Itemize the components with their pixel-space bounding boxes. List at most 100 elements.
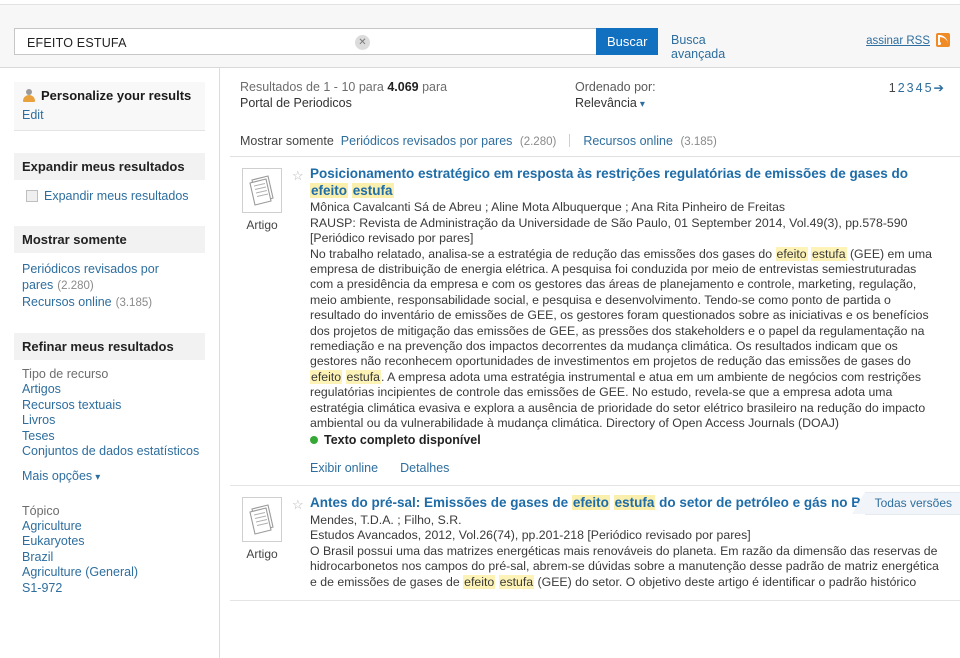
page-4[interactable]: 4 [916, 81, 925, 95]
refine-item-agriculture[interactable]: Agriculture [22, 519, 205, 535]
abstract-part-3: . A empresa adota uma estratégia instrum… [310, 369, 926, 430]
abstract-highlight: efeito [310, 369, 343, 384]
sidebar-online-resources-link[interactable]: Recursos online [22, 295, 112, 309]
result-source: RAUSP: Revista de Administração da Unive… [310, 215, 908, 246]
expand-results-label[interactable]: Expandir meus resultados [44, 188, 189, 204]
facet-expand-results: Expandir meus resultados Expandir meus r… [14, 153, 205, 204]
refine-item-livros[interactable]: Livros [22, 413, 205, 429]
pagination[interactable]: 12345➔ [889, 80, 946, 95]
facet-expand-header: Expandir meus resultados [14, 153, 205, 180]
divider [569, 134, 571, 147]
sort-value[interactable]: Relevância ▾ [575, 96, 656, 110]
results-column: Resultados de 1 - 10 para 4.069 para Por… [220, 68, 960, 658]
facet-show-only-header: Mostrar somente [14, 226, 205, 253]
refine-group-title: Tópico [22, 503, 60, 518]
result-abstract: O Brasil possui uma das matrizes energét… [310, 544, 942, 590]
advanced-search-link[interactable]: Busca avançada [671, 33, 725, 61]
search-input-container: ✕ [14, 28, 596, 56]
page-3[interactable]: 3 [907, 81, 916, 95]
facet-refine-results: Refinar meus resultados Tipo de recurso … [14, 333, 205, 596]
personalize-panel: Personalize your results Edit [14, 82, 205, 131]
abstract-part-2: (GEE) em uma empresa de distribuição de … [310, 246, 932, 369]
result-type-column: Artigo [232, 495, 292, 590]
chevron-down-icon: ▾ [95, 471, 101, 483]
abstract-highlight: estufa [811, 246, 847, 261]
search-input[interactable] [25, 29, 349, 56]
results-count-suffix: para [418, 80, 448, 94]
document-stack-glyph [249, 175, 274, 206]
sort-label: Ordenado por: [575, 80, 656, 94]
search-form: ✕ Buscar Busca avançada [14, 28, 725, 61]
refine-item-eukaryotes[interactable]: Eukaryotes [22, 534, 205, 550]
refine-item-artigos[interactable]: Artigos [22, 382, 205, 398]
result-type-column: Artigo [232, 166, 292, 475]
page-5[interactable]: 5 [925, 81, 934, 95]
refine-group-title: Tipo de recurso [22, 367, 109, 381]
personalize-edit-link[interactable]: Edit [22, 108, 197, 122]
expand-results-checkbox[interactable] [26, 190, 38, 202]
more-options-label: Mais opções [22, 468, 93, 483]
abstract-highlight: estufa [345, 369, 382, 384]
result-item: Todas versões Artigo ☆ Antes do pré-sal:… [230, 486, 960, 602]
page-content: Personalize your results Edit Expandir m… [0, 68, 960, 658]
results-count-value: 4.069 [387, 80, 419, 94]
results-header: Resultados de 1 - 10 para 4.069 para Por… [230, 68, 960, 126]
clear-search-icon[interactable]: ✕ [355, 35, 370, 50]
favorite-star-icon[interactable]: ☆ [292, 166, 310, 475]
document-stack-glyph [249, 504, 274, 536]
refine-item-recursos-textuais[interactable]: Recursos textuais [22, 398, 205, 414]
result-title-pre: Antes do pré-sal: Emissões de gases de [310, 495, 572, 511]
personalize-title: Personalize your results [22, 88, 197, 103]
show-only-peer-reviewed-link[interactable]: Periódicos revisados por pares [341, 134, 513, 148]
chevron-down-icon: ▾ [639, 99, 645, 110]
show-only-label: Mostrar somente [240, 134, 334, 148]
show-only-online-count: (3.185) [680, 136, 717, 148]
fulltext-availability: Texto completo disponível [310, 433, 942, 447]
show-only-online-link[interactable]: Recursos online [583, 134, 673, 148]
result-authors: Mônica Cavalcanti Sá de Abreu ; Aline Mo… [310, 200, 786, 214]
refine-item-agriculture-general[interactable]: Agriculture (General) [22, 565, 205, 581]
facet-refine-header: Refinar meus resultados [14, 333, 205, 360]
refine-item-brazil[interactable]: Brazil [22, 550, 205, 566]
result-authors: Mendes, T.D.A. ; Filho, S.R. [310, 512, 462, 527]
list-item: Periódicos revisados por pares (2.280) [22, 261, 197, 294]
page-1[interactable]: 1 [889, 81, 898, 95]
rss-icon[interactable] [936, 33, 950, 47]
result-item: Artigo ☆ Posicionamento estratégico em r… [230, 157, 960, 487]
show-only-online[interactable]: Recursos online (3.185) [583, 134, 717, 148]
sort-value-text: Relevância [575, 96, 637, 110]
expand-results-row[interactable]: Expandir meus resultados [22, 188, 197, 204]
result-title-pre: Posicionamento estratégico em resposta à… [310, 166, 908, 181]
refine-group-resource-type: Tipo de recurso Artigos Recursos textuai… [14, 366, 205, 483]
page-2[interactable]: 2 [898, 81, 907, 95]
rss-subscribe-link[interactable]: assinar RSS [866, 35, 930, 47]
favorite-star-icon[interactable]: ☆ [292, 495, 310, 590]
refine-item-teses[interactable]: Teses [22, 429, 205, 445]
refine-item-conjuntos-dados[interactable]: Conjuntos de dados estatísticos [22, 444, 205, 460]
more-options-link[interactable]: Mais opções ▾ [22, 469, 100, 483]
view-online-link[interactable]: Exibir online [310, 461, 378, 475]
result-title-highlight: estufa [351, 182, 394, 198]
fulltext-label: Texto completo disponível [324, 433, 481, 448]
result-title[interactable]: Posicionamento estratégico em resposta à… [310, 166, 942, 199]
available-dot-icon [310, 436, 318, 445]
search-submit-button[interactable]: Buscar [596, 28, 659, 55]
details-link[interactable]: Detalhes [400, 461, 449, 475]
all-versions-tab[interactable]: Todas versões [851, 492, 960, 516]
result-type-label: Artigo [246, 547, 278, 562]
result-abstract: No trabalho relatado, analisa-se a estra… [310, 246, 942, 432]
list-item: Recursos online (3.185) [22, 294, 197, 311]
article-icon [242, 168, 282, 213]
abstract-highlight: estufa [498, 574, 535, 589]
result-type-label: Artigo [246, 218, 278, 232]
result-title[interactable]: Antes do pré-sal: Emissões de gases de e… [310, 495, 942, 512]
show-only-peer-reviewed[interactable]: Periódicos revisados por pares (2.280) [341, 134, 557, 148]
facet-show-only: Mostrar somente Periódicos revisados por… [14, 226, 205, 311]
show-only-bar: Mostrar somente Periódicos revisados por… [230, 126, 960, 157]
next-page-arrow[interactable]: ➔ [934, 81, 946, 95]
search-bar: ✕ Buscar Busca avançada assinar RSS [0, 0, 960, 68]
abstract-part-2: (GEE) do setor. O objetivo deste artigo … [534, 574, 917, 589]
refine-item-s1-972[interactable]: S1-972 [22, 581, 205, 597]
sidebar-online-resources-count: (3.185) [115, 297, 153, 309]
show-only-peer-reviewed-count: (2.280) [519, 136, 557, 148]
